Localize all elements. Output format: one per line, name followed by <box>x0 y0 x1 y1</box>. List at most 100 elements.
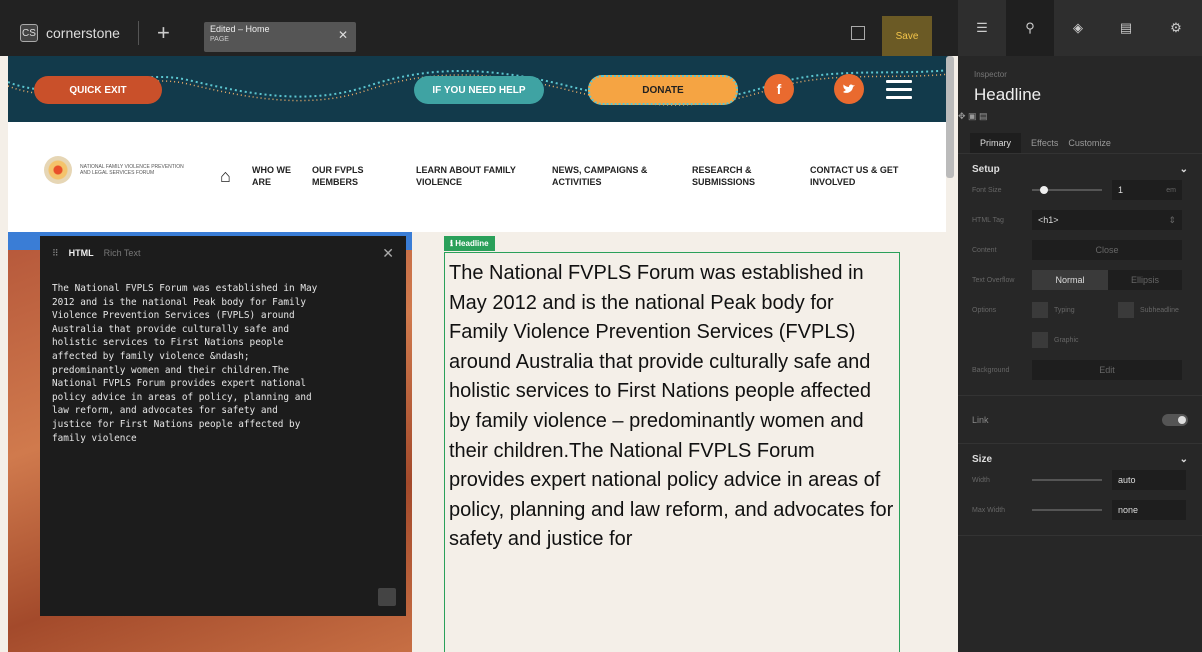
background-row: Background Edit <box>972 355 1188 385</box>
setup-heading: Setup <box>972 164 1000 175</box>
sun-logo-icon <box>44 156 72 184</box>
content-close-button[interactable]: Close <box>1032 240 1182 260</box>
inspector-title: Headline <box>974 85 1042 104</box>
document-tab[interactable]: Edited – Home PAGE ✕ <box>204 22 356 52</box>
nav-link-contact[interactable]: CONTACT US & GET INVOLVED <box>810 164 920 188</box>
headline-element[interactable]: The National FVPLS Forum was established… <box>444 252 900 652</box>
link-toggle[interactable] <box>1162 413 1188 426</box>
logo-text: NATIONAL FAMILY VIOLENCE PREVENTION AND … <box>80 164 184 176</box>
nav-link-members[interactable]: OUR FVPLS MEMBERS <box>312 164 382 188</box>
font-size-value: 1 <box>1118 185 1124 195</box>
html-tag-row: HTML Tag <h1> ⇕ <box>972 205 1188 235</box>
external-link-icon[interactable] <box>851 26 865 40</box>
html-code-textarea[interactable]: The National FVPLS Forum was established… <box>40 270 406 457</box>
preview-canvas: QUICK EXIT IF YOU NEED HELP DONATE f NAT… <box>0 56 958 652</box>
tab-title: Edited – Home <box>210 24 270 34</box>
editor-menu-icon[interactable] <box>378 588 396 606</box>
max-width-input[interactable]: none <box>1112 500 1186 520</box>
tab-html[interactable]: HTML <box>69 248 94 258</box>
hamburger-menu-icon[interactable] <box>886 80 912 104</box>
close-tab-icon[interactable]: ✕ <box>338 28 348 42</box>
inspector-search-icon[interactable]: ⚲ <box>1006 0 1054 56</box>
brand: CS cornerstone + <box>20 20 170 46</box>
html-tag-label: HTML Tag <box>972 216 1004 224</box>
drag-handle-icon[interactable]: ⠿ <box>52 248 59 259</box>
twitter-icon[interactable] <box>834 74 864 104</box>
settings-icon[interactable]: ⚙ <box>1150 0 1202 56</box>
overflow-row: Text Overflow Normal Ellipsis <box>972 265 1188 295</box>
top-bar: CS cornerstone + Edited – Home PAGE ✕ Sa… <box>0 0 958 56</box>
save-button[interactable]: Save <box>882 16 932 56</box>
html-tag-select[interactable]: <h1> ⇕ <box>1032 210 1182 230</box>
site-nav: NATIONAL FAMILY VIOLENCE PREVENTION AND … <box>8 122 946 232</box>
headline-text: The National FVPLS Forum was established… <box>449 262 894 551</box>
app-name: cornerstone <box>46 25 120 41</box>
element-tag-badge: ℹ Headline <box>444 236 495 251</box>
max-width-slider[interactable] <box>1032 509 1102 511</box>
slider-thumb[interactable] <box>1040 186 1048 194</box>
overflow-ellipsis-button[interactable]: Ellipsis <box>1108 270 1182 290</box>
max-width-label: Max Width <box>972 506 1006 514</box>
graphic-checkbox[interactable] <box>1032 332 1048 348</box>
chevron-down-icon: ⌄ <box>1179 164 1188 175</box>
tab-subtitle: PAGE <box>210 36 229 43</box>
typing-label: Typing <box>1054 306 1075 314</box>
background-edit-button[interactable]: Edit <box>1032 360 1182 380</box>
typing-checkbox[interactable] <box>1032 302 1048 318</box>
font-size-unit: em <box>1166 186 1176 194</box>
select-arrow-icon: ⇕ <box>1168 214 1176 225</box>
home-icon[interactable]: ⌂ <box>220 166 231 187</box>
element-tag-label: Headline <box>455 239 489 248</box>
width-slider[interactable] <box>1032 479 1102 481</box>
add-icon[interactable]: + <box>157 20 170 46</box>
option-subheadline[interactable]: Subheadline <box>1118 302 1179 318</box>
setup-header[interactable]: Setup ⌄ <box>972 164 1188 175</box>
options-row-2: Graphic <box>972 325 1188 355</box>
setup-section: Setup ⌄ Font Size 1 em HTML Tag <h1> ⇕ Cont… <box>958 154 1202 396</box>
nav-link-who-we-are[interactable]: WHO WE ARE <box>252 164 302 188</box>
nav-link-news[interactable]: NEWS, CAMPAIGNS & ACTIVITIES <box>552 164 672 188</box>
canvas-scrollbar[interactable] <box>946 56 954 178</box>
subheadline-checkbox[interactable] <box>1118 302 1134 318</box>
size-heading: Size <box>972 454 993 465</box>
size-header[interactable]: Size ⌄ <box>972 454 1188 465</box>
width-label: Width <box>972 476 990 484</box>
tab-customize[interactable]: Customize <box>1068 138 1111 148</box>
inspector-subtabs: Primary Effects Customize <box>958 132 1202 154</box>
site-banner: QUICK EXIT IF YOU NEED HELP DONATE f <box>8 56 950 122</box>
donate-button[interactable]: DONATE <box>588 75 738 105</box>
layers-icon[interactable]: ☰ <box>958 0 1006 56</box>
help-button[interactable]: IF YOU NEED HELP <box>414 76 544 104</box>
panel-tabs: ☰ ⚲ ◈ ▤ ⚙ <box>958 0 1202 56</box>
max-width-row: Max Width none <box>972 495 1188 525</box>
inspector-actions-icons[interactable]: ✥ ▣ ▤ <box>958 111 1202 122</box>
option-graphic[interactable]: Graphic <box>1032 332 1079 348</box>
nav-link-research[interactable]: RESEARCH & SUBMISSIONS <box>692 164 782 188</box>
option-typing[interactable]: Typing <box>1032 302 1118 318</box>
html-editor-panel: ⠿ HTML Rich Text ✕ The National FVPLS Fo… <box>40 236 406 616</box>
link-section: Link <box>958 396 1202 444</box>
inspector-panel: ☰ ⚲ ◈ ▤ ⚙ Inspector Headline ✥ ▣ ▤ Prima… <box>958 0 1202 652</box>
font-size-slider[interactable] <box>1032 186 1102 194</box>
nav-link-learn[interactable]: LEARN ABOUT FAMILY VIOLENCE <box>416 164 536 188</box>
subheadline-label: Subheadline <box>1140 306 1179 314</box>
width-row: Width auto <box>972 465 1188 495</box>
elements-icon[interactable]: ◈ <box>1054 0 1102 56</box>
size-section: Size ⌄ Width auto Max Width none <box>958 444 1202 536</box>
templates-icon[interactable]: ▤ <box>1102 0 1150 56</box>
quick-exit-button[interactable]: QUICK EXIT <box>34 76 162 104</box>
inspector-label: Inspector <box>974 70 1007 79</box>
inspector-header: Inspector Headline <box>958 56 1202 111</box>
width-input[interactable]: auto <box>1112 470 1186 490</box>
tab-rich-text[interactable]: Rich Text <box>104 248 141 258</box>
site-logo[interactable]: NATIONAL FAMILY VIOLENCE PREVENTION AND … <box>44 156 190 184</box>
font-size-input[interactable]: 1 em <box>1112 180 1182 200</box>
font-size-row: Font Size 1 em <box>972 175 1188 205</box>
facebook-icon[interactable]: f <box>764 74 794 104</box>
overflow-normal-button[interactable]: Normal <box>1032 270 1108 290</box>
options-label: Options <box>972 306 997 314</box>
close-icon[interactable]: ✕ <box>382 245 394 262</box>
tab-primary[interactable]: Primary <box>970 132 1021 153</box>
html-tag-value: <h1> <box>1038 215 1059 225</box>
tab-effects[interactable]: Effects <box>1031 138 1058 148</box>
